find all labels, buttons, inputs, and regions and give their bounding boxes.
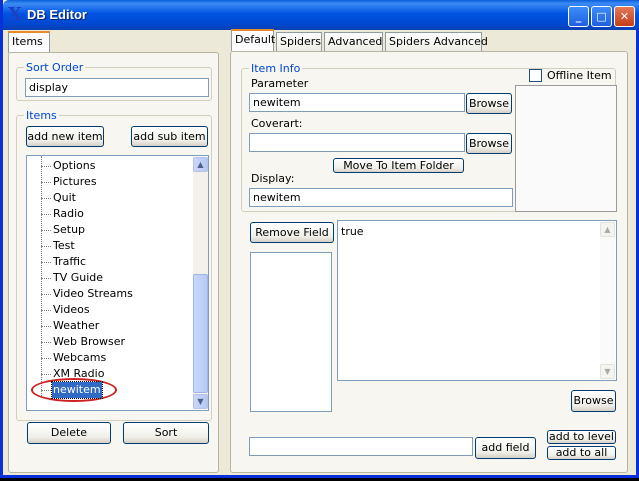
list-item-label: Radio — [53, 207, 84, 220]
tree-connector — [41, 294, 51, 295]
delete-button[interactable]: Delete — [27, 422, 111, 444]
add-to-level-button[interactable]: add to level — [547, 430, 616, 444]
parameter-input[interactable]: newitem — [249, 93, 465, 112]
fields-list[interactable] — [250, 252, 332, 412]
list-item[interactable]: Traffic — [27, 254, 192, 270]
list-item-label: Videos — [53, 303, 90, 316]
tree-connector — [41, 230, 51, 231]
scroll-up-icon[interactable]: ▲ — [193, 157, 208, 172]
coverart-label: Coverart: — [251, 117, 303, 130]
list-item[interactable]: newitem — [27, 378, 192, 402]
tree-connector — [41, 326, 51, 327]
sort-order-input[interactable]: display — [25, 78, 209, 97]
add-to-all-button[interactable]: add to all — [547, 446, 616, 460]
list-item[interactable]: Webcams — [27, 350, 192, 366]
move-to-item-folder-button[interactable]: Move To Item Folder — [333, 158, 464, 173]
list-item-label: Weather — [53, 319, 100, 332]
field-value-text: true — [341, 225, 364, 238]
items-scrollbar[interactable]: ▲ ▼ — [193, 157, 208, 409]
list-item[interactable]: Web Browser — [27, 334, 192, 350]
list-item[interactable]: Options — [27, 158, 192, 174]
scroll-down-icon[interactable]: ▼ — [193, 394, 208, 409]
tab-items[interactable]: Items — [8, 31, 50, 53]
textarea-scroll-up-icon[interactable]: ▲ — [600, 222, 615, 237]
list-item[interactable]: Pictures — [27, 174, 192, 190]
parameter-browse-button[interactable]: Browse — [466, 93, 512, 114]
maximize-icon[interactable]: □ — [591, 6, 612, 27]
tree-connector — [41, 310, 51, 311]
tree-connector — [41, 214, 51, 215]
parameter-label: Parameter — [251, 77, 309, 90]
add-sub-item-button[interactable]: add sub item — [131, 126, 208, 147]
tree-connector — [41, 262, 51, 263]
textarea-scrollbar[interactable]: ▲ ▼ — [600, 222, 615, 379]
tree-connector — [41, 182, 51, 183]
minimize-icon[interactable]: _ — [568, 6, 589, 27]
list-item[interactable]: Test — [27, 238, 192, 254]
tab-advanced[interactable]: Advanced — [324, 32, 383, 52]
list-item[interactable]: Videos — [27, 302, 192, 318]
textarea-scroll-down-icon[interactable]: ▼ — [600, 364, 615, 379]
list-item-label: Setup — [53, 223, 86, 236]
list-item-label: Video Streams — [53, 287, 133, 300]
tree-connector — [41, 342, 51, 343]
remove-field-button[interactable]: Remove Field — [250, 222, 334, 243]
items-tree[interactable]: Options Pictures Quit Radio Setup Test Traffic… — [26, 155, 209, 411]
sort-button[interactable]: Sort — [123, 422, 209, 444]
add-field-button[interactable]: add field — [475, 437, 536, 459]
display-label: Display: — [251, 172, 295, 185]
tree-connector — [41, 166, 51, 167]
list-item-label: TV Guide — [53, 271, 104, 284]
tree-connector — [41, 390, 51, 391]
list-item[interactable]: Radio — [27, 206, 192, 222]
list-item-label: Traffic — [53, 255, 87, 268]
list-item[interactable]: Video Streams — [27, 286, 192, 302]
title-bar[interactable]: X DB Editor _ □ ✕ — [3, 0, 639, 30]
window-title: DB Editor — [27, 7, 87, 22]
list-item-label: Options — [53, 159, 96, 172]
tree-connector — [41, 358, 51, 359]
offline-item-checkbox[interactable] — [529, 69, 542, 82]
tab-spiders-advanced[interactable]: Spiders Advanced — [385, 32, 488, 52]
list-item[interactable]: Weather — [27, 318, 192, 334]
list-item[interactable]: Quit — [27, 190, 192, 206]
new-field-input[interactable] — [249, 437, 473, 456]
list-item[interactable]: Setup — [27, 222, 192, 238]
list-item-label: Quit — [53, 191, 76, 204]
item-info-title: Item Info — [249, 62, 303, 75]
coverart-preview — [515, 85, 617, 212]
add-new-item-button[interactable]: add new item — [26, 126, 104, 147]
tree-connector — [41, 278, 51, 279]
field-browse-button[interactable]: Browse — [571, 390, 616, 412]
close-icon[interactable]: ✕ — [614, 6, 635, 27]
app-icon: X — [8, 4, 22, 25]
tab-default[interactable]: Default — [231, 29, 275, 51]
items-panel: Sort Order display Items add new item ad… — [8, 52, 219, 473]
list-item-label: newitem — [51, 381, 103, 399]
list-item-label: Pictures — [53, 175, 97, 188]
db-editor-window: X DB Editor _ □ ✕ Items Sort Order displ… — [0, 0, 639, 478]
tree-connector — [41, 198, 51, 199]
default-tab-panel: Item Info Parameter newitem Browse Cover… — [230, 51, 628, 473]
coverart-input[interactable] — [249, 133, 465, 152]
list-item-label: Web Browser — [53, 335, 126, 348]
sort-order-title: Sort Order — [24, 61, 86, 74]
list-item[interactable]: TV Guide — [27, 270, 192, 286]
tab-spiders[interactable]: Spiders — [276, 32, 322, 52]
display-input[interactable]: newitem — [249, 188, 513, 207]
items-group-title: Items — [24, 109, 59, 122]
field-value-textarea[interactable]: true ▲ ▼ — [337, 220, 617, 381]
offline-item-label: Offline Item — [547, 69, 612, 82]
tree-connector — [41, 246, 51, 247]
tree-connector — [41, 374, 51, 375]
scroll-thumb[interactable] — [193, 274, 208, 393]
coverart-browse-button[interactable]: Browse — [466, 133, 512, 154]
list-item-label: Webcams — [53, 351, 107, 364]
list-item-label: Test — [53, 239, 75, 252]
